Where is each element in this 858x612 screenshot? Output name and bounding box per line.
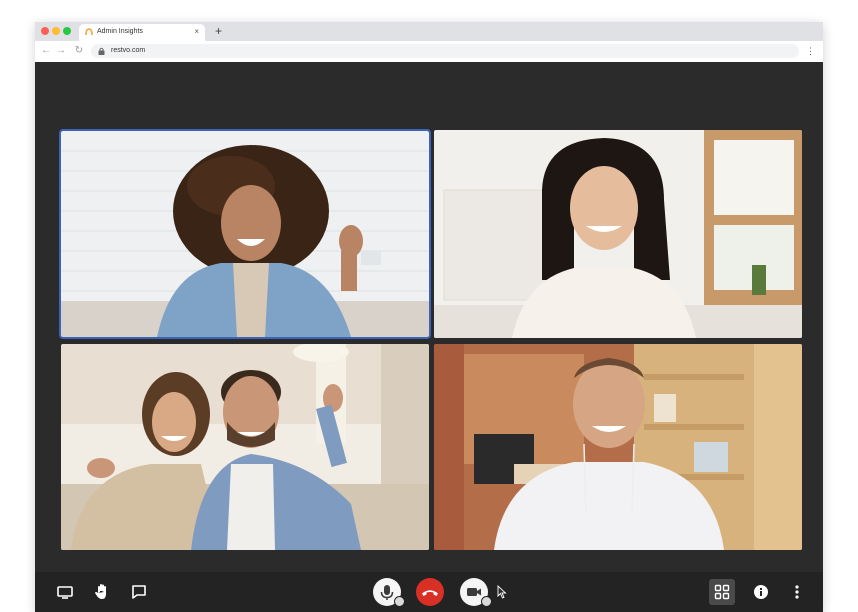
participant-2-video[interactable] [434,130,802,338]
participant-1-image [61,131,429,337]
close-window-button[interactable] [41,27,49,35]
browser-tab[interactable]: Admin Insights × [79,24,205,41]
tab-title: Admin Insights [97,28,143,35]
url-text: restvo.com [111,47,146,54]
reload-button[interactable]: ↻ [73,44,85,58]
browser-menu-icon[interactable]: ⋮ [806,44,815,58]
maximize-window-button[interactable] [63,27,71,35]
grid-view-button[interactable] [709,579,735,605]
browser-window: Admin Insights × + ← → ↻ restvo.com ⋮ [35,22,823,612]
participant-4-video[interactable] [434,344,802,550]
participant-4-image [434,344,802,550]
tab-close-icon[interactable]: × [194,27,199,37]
participant-1-video[interactable] [59,129,431,339]
info-icon[interactable] [751,582,771,602]
mouse-cursor-icon [497,585,507,599]
end-call-icon [422,590,438,596]
back-button[interactable]: ← [40,44,52,58]
end-call-button[interactable] [416,578,444,606]
raise-hand-icon[interactable] [92,582,112,602]
minimize-window-button[interactable] [52,27,60,35]
screen-share-icon[interactable] [55,582,75,602]
lock-icon [98,47,105,55]
browser-titlebar: Admin Insights × + [35,22,823,41]
participant-3-video[interactable] [61,344,429,550]
address-bar[interactable]: restvo.com [91,44,799,58]
site-favicon-icon [85,28,93,36]
more-options-icon[interactable] [789,582,805,602]
camera-options-icon[interactable] [481,596,492,607]
grid-view-icon [714,584,730,600]
participant-3-image [61,344,429,550]
browser-toolbar: ← → ↻ restvo.com ⋮ [35,41,823,63]
participant-2-image [434,130,802,338]
new-tab-button[interactable]: + [215,23,222,39]
microphone-options-icon[interactable] [394,596,405,607]
forward-button[interactable]: → [55,44,67,58]
chat-icon[interactable] [129,582,149,602]
